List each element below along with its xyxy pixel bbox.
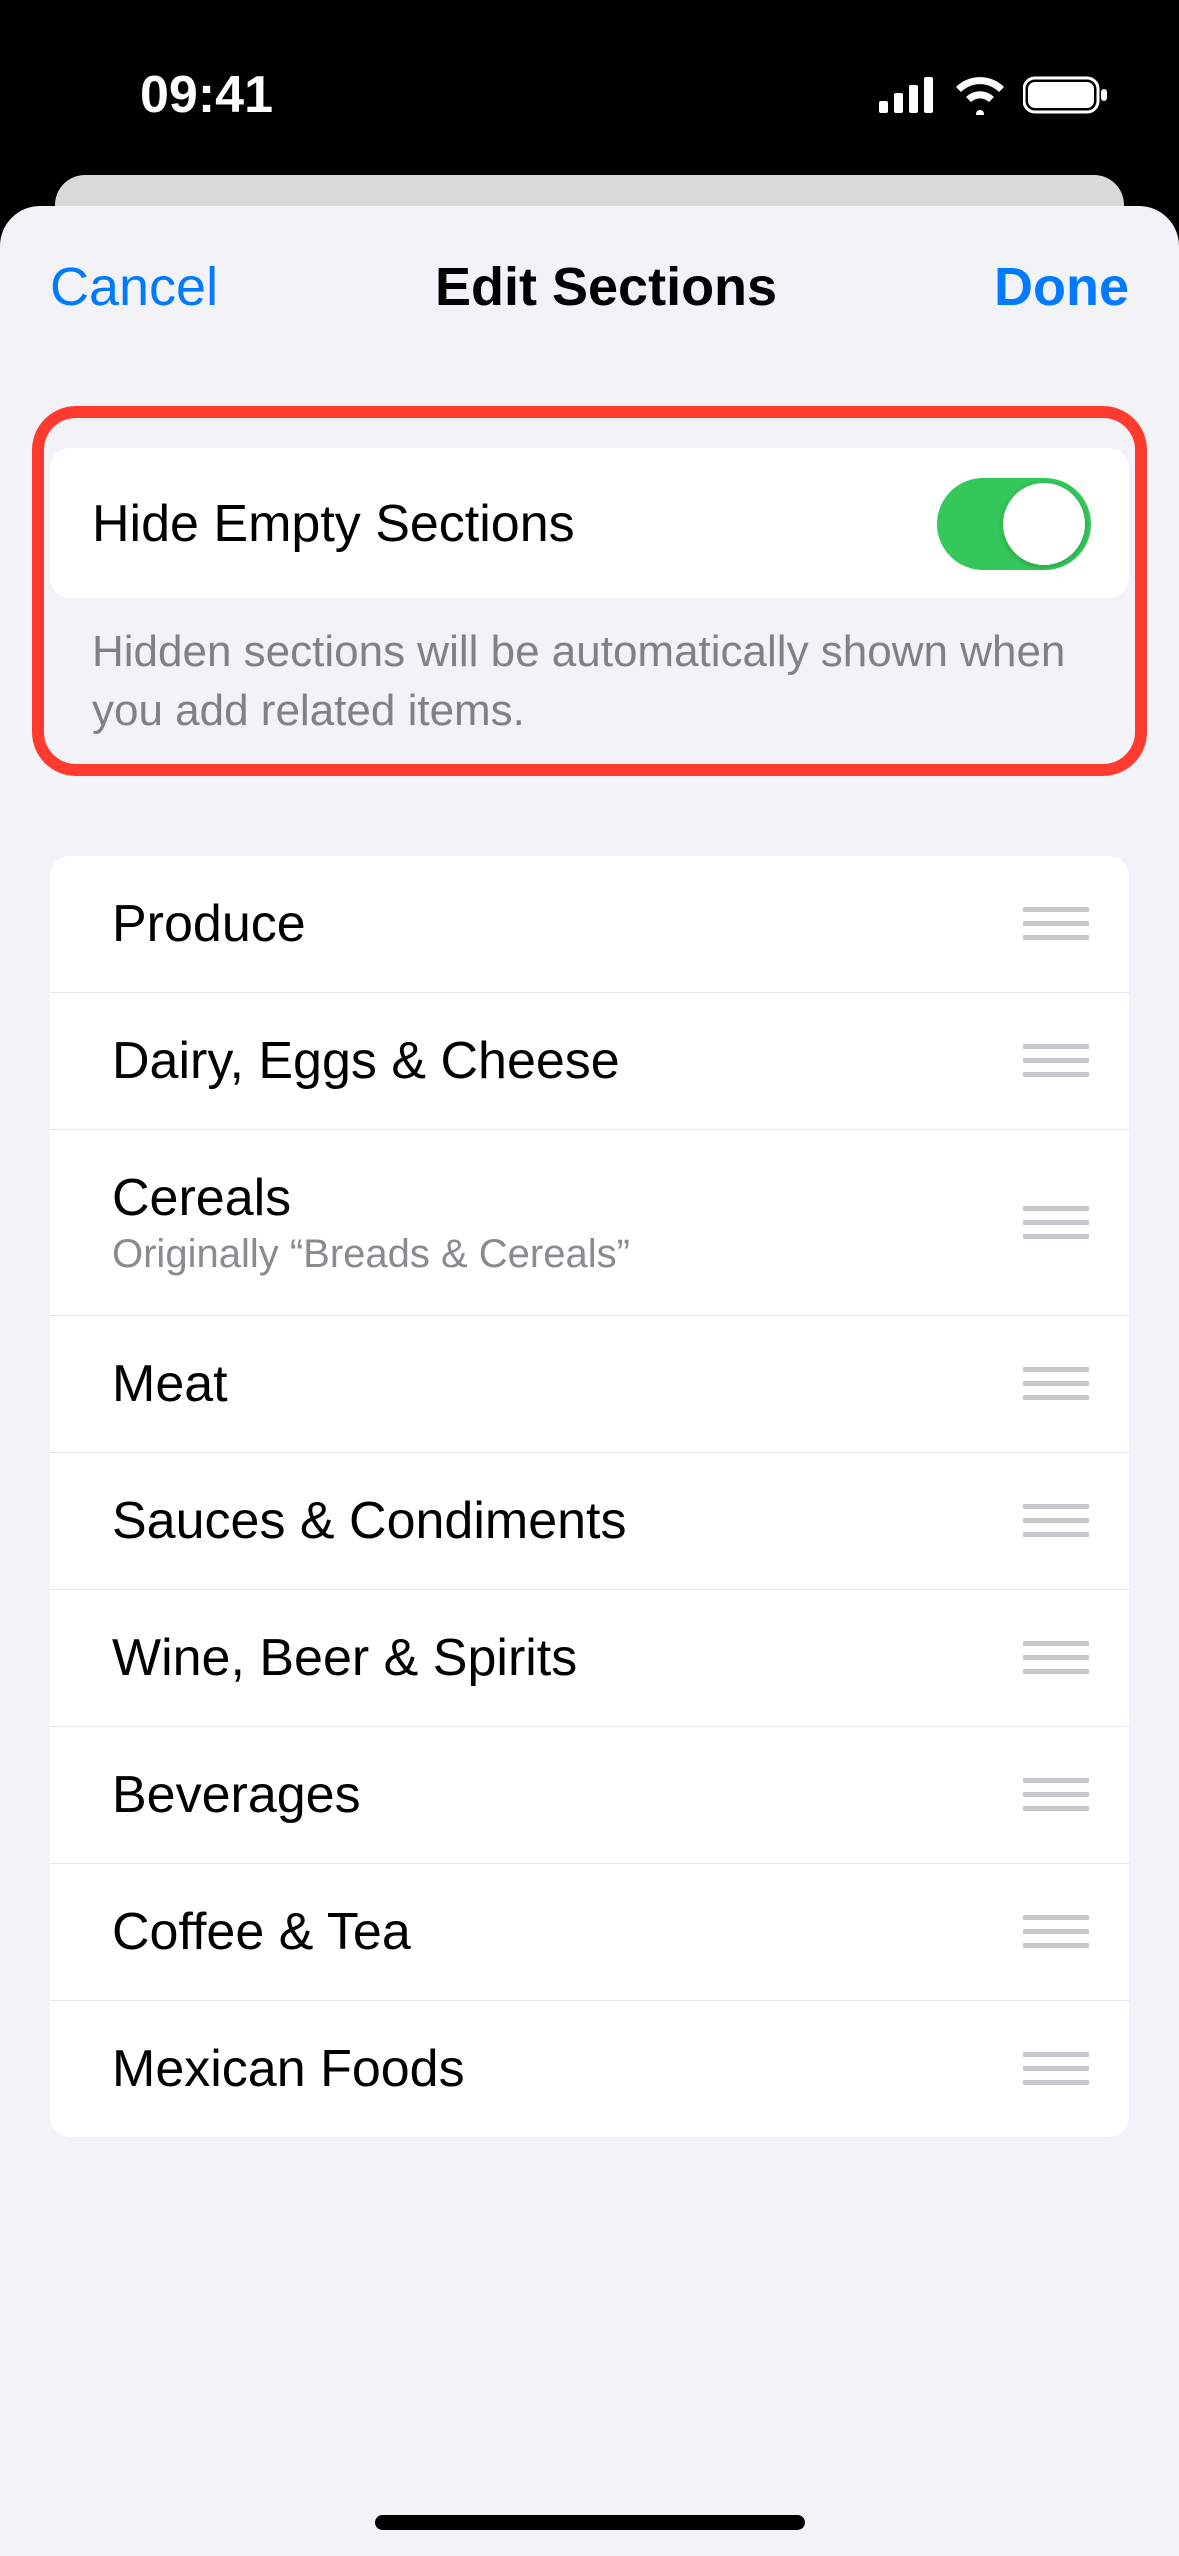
drag-handle-icon[interactable]: [1023, 1631, 1089, 1684]
toggle-description: Hidden sections will be automatically sh…: [92, 622, 1129, 741]
section-name: Dairy, Eggs & Cheese: [112, 1031, 620, 1091]
drag-handle-icon[interactable]: [1023, 1905, 1089, 1958]
section-row[interactable]: Meat: [50, 1316, 1129, 1453]
section-content: Meat: [112, 1354, 228, 1414]
section-name: Sauces & Condiments: [112, 1491, 627, 1551]
section-content: Mexican Foods: [112, 2039, 465, 2099]
section-content: Wine, Beer & Spirits: [112, 1628, 577, 1688]
drag-handle-icon[interactable]: [1023, 1357, 1089, 1410]
sections-list: Produce Dairy, Eggs & Cheese CerealsOrigin…: [50, 856, 1129, 2137]
cancel-button[interactable]: Cancel: [50, 256, 218, 318]
section-content: Sauces & Condiments: [112, 1491, 627, 1551]
section-row[interactable]: Coffee & Tea: [50, 1864, 1129, 2001]
drag-handle-icon[interactable]: [1023, 2042, 1089, 2095]
status-icons: [879, 75, 1109, 115]
hide-empty-toggle-row: Hide Empty Sections: [50, 448, 1129, 598]
done-button[interactable]: Done: [994, 256, 1129, 318]
section-row[interactable]: Produce: [50, 856, 1129, 993]
status-bar: 09:41: [0, 0, 1179, 180]
modal-sheet: Cancel Edit Sections Done Hide Empty Sec…: [0, 206, 1179, 2556]
section-content: Dairy, Eggs & Cheese: [112, 1031, 620, 1091]
section-row[interactable]: Beverages: [50, 1727, 1129, 1864]
status-time: 09:41: [140, 65, 273, 125]
section-name: Coffee & Tea: [112, 1902, 411, 1962]
home-indicator[interactable]: [375, 2515, 805, 2530]
drag-handle-icon[interactable]: [1023, 1034, 1089, 1087]
section-content: CerealsOriginally “Breads & Cereals”: [112, 1168, 630, 1277]
section-original-name: Originally “Breads & Cereals”: [112, 1232, 630, 1277]
section-name: Wine, Beer & Spirits: [112, 1628, 577, 1688]
page-title: Edit Sections: [435, 256, 777, 318]
drag-handle-icon[interactable]: [1023, 1768, 1089, 1821]
battery-icon: [1023, 75, 1109, 115]
section-row[interactable]: Wine, Beer & Spirits: [50, 1590, 1129, 1727]
drag-handle-icon[interactable]: [1023, 1494, 1089, 1547]
drag-handle-icon[interactable]: [1023, 897, 1089, 950]
section-content: Beverages: [112, 1765, 361, 1825]
section-content: Coffee & Tea: [112, 1902, 411, 1962]
section-row[interactable]: Sauces & Condiments: [50, 1453, 1129, 1590]
nav-bar: Cancel Edit Sections Done: [0, 236, 1179, 358]
section-content: Produce: [112, 894, 306, 954]
toggle-label: Hide Empty Sections: [92, 494, 575, 554]
section-name: Cereals: [112, 1168, 630, 1228]
section-row[interactable]: Dairy, Eggs & Cheese: [50, 993, 1129, 1130]
toggle-knob: [1003, 483, 1085, 565]
section-name: Produce: [112, 894, 306, 954]
section-row[interactable]: Mexican Foods: [50, 2001, 1129, 2137]
wifi-icon: [953, 75, 1007, 115]
section-name: Mexican Foods: [112, 2039, 465, 2099]
section-row[interactable]: CerealsOriginally “Breads & Cereals”: [50, 1130, 1129, 1316]
cellular-icon: [879, 77, 937, 113]
hide-empty-toggle[interactable]: [937, 478, 1091, 570]
drag-handle-icon[interactable]: [1023, 1196, 1089, 1249]
section-name: Beverages: [112, 1765, 361, 1825]
section-name: Meat: [112, 1354, 228, 1414]
